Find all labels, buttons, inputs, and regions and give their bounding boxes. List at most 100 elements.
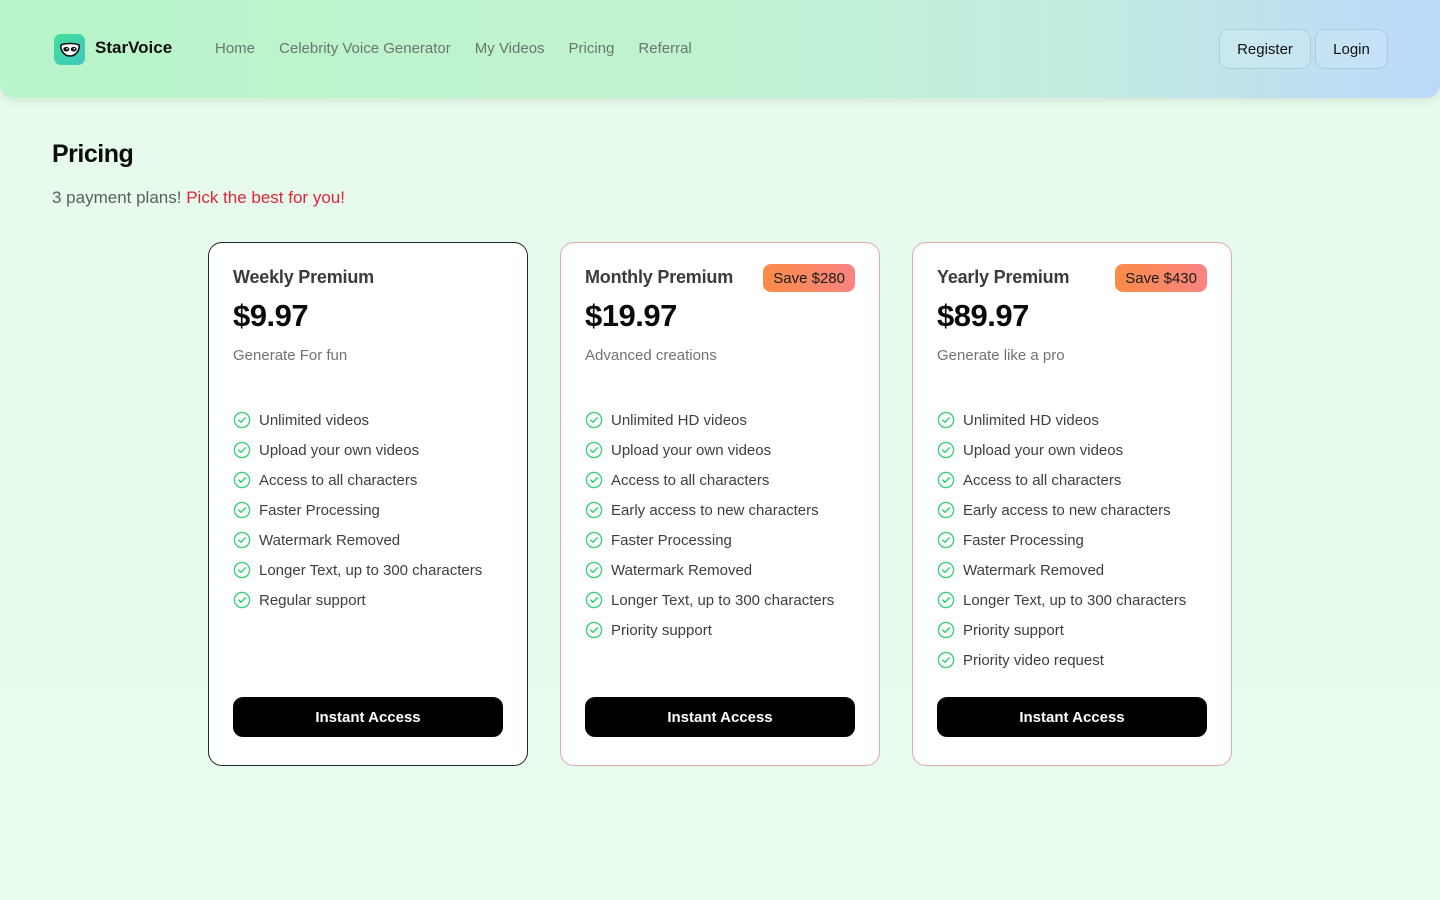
page-subtitle: 3 payment plans! Pick the best for you! (52, 188, 345, 208)
check-circle-icon (937, 621, 955, 639)
nav-celebrity-voice-generator[interactable]: Celebrity Voice Generator (279, 40, 451, 57)
feature-label: Unlimited HD videos (611, 411, 747, 429)
feature-label: Longer Text, up to 300 characters (963, 591, 1187, 609)
feature-item: Unlimited HD videos (585, 405, 834, 435)
feature-item: Priority support (585, 615, 834, 645)
brand-name[interactable]: StarVoice (95, 38, 172, 58)
feature-label: Priority support (611, 621, 712, 639)
subtitle-plain: 3 payment plans! (52, 188, 182, 207)
feature-label: Unlimited videos (259, 411, 370, 429)
check-circle-icon (585, 561, 603, 579)
login-button[interactable]: Login (1315, 29, 1388, 69)
mask-face-icon[interactable] (54, 34, 85, 65)
page-title: Pricing (52, 140, 134, 168)
check-circle-icon (937, 531, 955, 549)
check-circle-icon (585, 471, 603, 489)
check-circle-icon (585, 501, 603, 519)
plan-name: Yearly Premium (937, 267, 1070, 287)
top-navbar: StarVoice Home Celebrity Voice Generator… (0, 0, 1440, 98)
nav-referral[interactable]: Referral (638, 40, 691, 57)
feature-item: Unlimited videos (233, 405, 482, 435)
check-circle-icon (937, 471, 955, 489)
main-nav: Home Celebrity Voice Generator My Videos… (215, 40, 692, 57)
save-badge: Save $280 (763, 264, 855, 292)
feature-list: Unlimited videos Upload your own videos Ac… (233, 405, 482, 615)
feature-item: Early access to new characters (585, 495, 834, 525)
check-circle-icon (585, 591, 603, 609)
feature-list: Unlimited HD videos Upload your own video… (937, 405, 1186, 675)
feature-list: Unlimited HD videos Upload your own video… (585, 405, 834, 645)
feature-item: Longer Text, up to 300 characters (937, 585, 1186, 615)
check-circle-icon (937, 501, 955, 519)
feature-item: Faster Processing (233, 495, 482, 525)
feature-label: Faster Processing (259, 501, 380, 519)
save-badge: Save $430 (1115, 264, 1207, 292)
feature-label: Access to all characters (259, 471, 418, 489)
check-circle-icon (233, 411, 251, 429)
feature-item: Watermark Removed (585, 555, 834, 585)
feature-item: Regular support (233, 585, 482, 615)
plan-price: $9.97 (233, 298, 309, 333)
check-circle-icon (585, 531, 603, 549)
feature-item: Unlimited HD videos (937, 405, 1186, 435)
check-circle-icon (233, 591, 251, 609)
subtitle-highlight: Pick the best for you! (186, 188, 345, 207)
plan-card-weekly: Weekly Premium $9.97 Generate For fun Un… (208, 242, 528, 766)
plan-tagline: Generate like a pro (937, 347, 1065, 364)
feature-label: Watermark Removed (259, 531, 401, 549)
feature-label: Priority support (963, 621, 1064, 639)
feature-label: Longer Text, up to 300 characters (259, 561, 483, 579)
feature-label: Access to all characters (963, 471, 1122, 489)
check-circle-icon (233, 501, 251, 519)
feature-label: Watermark Removed (611, 561, 753, 579)
check-circle-icon (937, 651, 955, 669)
check-circle-icon (585, 621, 603, 639)
feature-item: Upload your own videos (585, 435, 834, 465)
feature-label: Watermark Removed (963, 561, 1105, 579)
feature-item: Faster Processing (585, 525, 834, 555)
feature-item: Longer Text, up to 300 characters (233, 555, 482, 585)
plan-tagline: Advanced creations (585, 347, 717, 364)
check-circle-icon (233, 441, 251, 459)
feature-label: Priority video request (963, 651, 1104, 669)
check-circle-icon (233, 471, 251, 489)
feature-item: Access to all characters (937, 465, 1186, 495)
feature-item: Watermark Removed (233, 525, 482, 555)
feature-item: Faster Processing (937, 525, 1186, 555)
feature-label: Early access to new characters (611, 501, 819, 519)
register-button[interactable]: Register (1219, 29, 1311, 69)
plan-card-yearly: Yearly Premium Save $430 $89.97 Generate… (912, 242, 1232, 766)
feature-label: Upload your own videos (611, 441, 772, 459)
feature-label: Regular support (259, 591, 366, 609)
feature-label: Upload your own videos (259, 441, 420, 459)
feature-item: Upload your own videos (937, 435, 1186, 465)
nav-home[interactable]: Home (215, 40, 255, 57)
feature-item: Upload your own videos (233, 435, 482, 465)
feature-label: Faster Processing (611, 531, 732, 549)
feature-item: Access to all characters (585, 465, 834, 495)
feature-item: Watermark Removed (937, 555, 1186, 585)
feature-item: Priority support (937, 615, 1186, 645)
nav-pricing[interactable]: Pricing (569, 40, 615, 57)
plan-name: Monthly Premium (585, 267, 734, 287)
feature-item: Longer Text, up to 300 characters (585, 585, 834, 615)
instant-access-button[interactable]: Instant Access (233, 697, 503, 737)
feature-label: Early access to new characters (963, 501, 1171, 519)
check-circle-icon (937, 411, 955, 429)
check-circle-icon (585, 441, 603, 459)
plan-tagline: Generate For fun (233, 347, 348, 364)
feature-label: Faster Processing (963, 531, 1084, 549)
plan-card-monthly: Monthly Premium Save $280 $19.97 Advance… (560, 242, 880, 766)
feature-item: Priority video request (937, 645, 1186, 675)
feature-label: Access to all characters (611, 471, 770, 489)
feature-item: Early access to new characters (937, 495, 1186, 525)
feature-label: Longer Text, up to 300 characters (611, 591, 835, 609)
instant-access-button[interactable]: Instant Access (585, 697, 855, 737)
feature-label: Upload your own videos (963, 441, 1124, 459)
plan-name: Weekly Premium (233, 267, 374, 287)
check-circle-icon (585, 411, 603, 429)
instant-access-button[interactable]: Instant Access (937, 697, 1207, 737)
nav-my-videos[interactable]: My Videos (475, 40, 545, 57)
check-circle-icon (937, 561, 955, 579)
plan-price: $19.97 (585, 298, 677, 333)
